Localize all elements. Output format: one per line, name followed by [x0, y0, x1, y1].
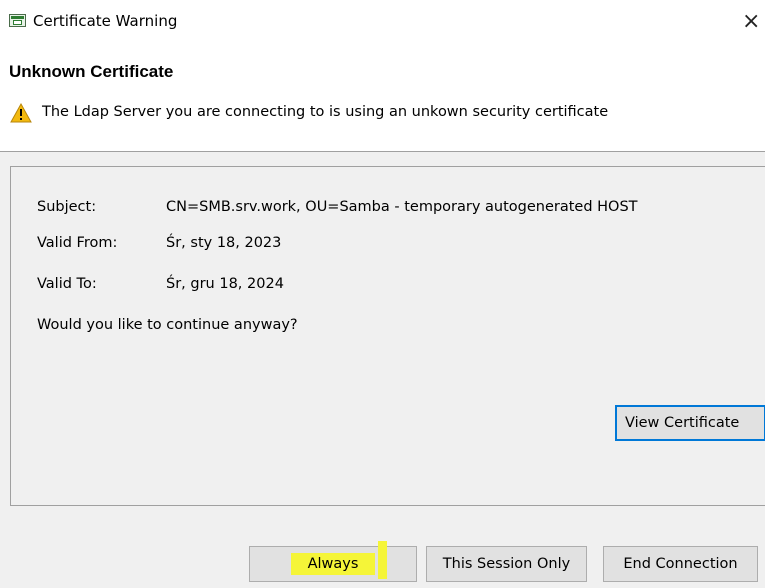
view-certificate-button[interactable]: View Certificate — [615, 405, 765, 441]
subject-label: Subject: — [37, 199, 97, 215]
continue-question: Would you like to continue anyway? — [37, 317, 298, 333]
window-title: Certificate Warning — [33, 12, 178, 30]
valid-to-value: Śr, gru 18, 2024 — [166, 276, 284, 292]
always-button[interactable]: Always — [249, 546, 417, 582]
dialog-heading: Unknown Certificate — [9, 62, 174, 81]
close-button[interactable]: × — [742, 8, 765, 36]
end-connection-button[interactable]: End Connection — [603, 546, 758, 582]
header-divider — [0, 151, 765, 152]
warning-icon — [10, 103, 32, 123]
valid-from-value: Śr, sty 18, 2023 — [166, 235, 282, 251]
title-bar: Certificate Warning × — [0, 0, 765, 44]
highlight-mark — [378, 541, 387, 579]
valid-from-label: Valid From: — [37, 235, 118, 251]
header-section: Unknown Certificate The Ldap Server you … — [0, 44, 765, 152]
subject-value: CN=SMB.srv.work, OU=Samba - temporary au… — [166, 199, 638, 215]
certificate-details-panel: Subject: CN=SMB.srv.work, OU=Samba - tem… — [10, 166, 765, 506]
valid-to-label: Valid To: — [37, 276, 97, 292]
certificate-app-icon — [9, 14, 26, 27]
always-button-label: Always — [290, 553, 376, 575]
this-session-only-button[interactable]: This Session Only — [426, 546, 587, 582]
warning-message: The Ldap Server you are connecting to is… — [42, 104, 609, 120]
